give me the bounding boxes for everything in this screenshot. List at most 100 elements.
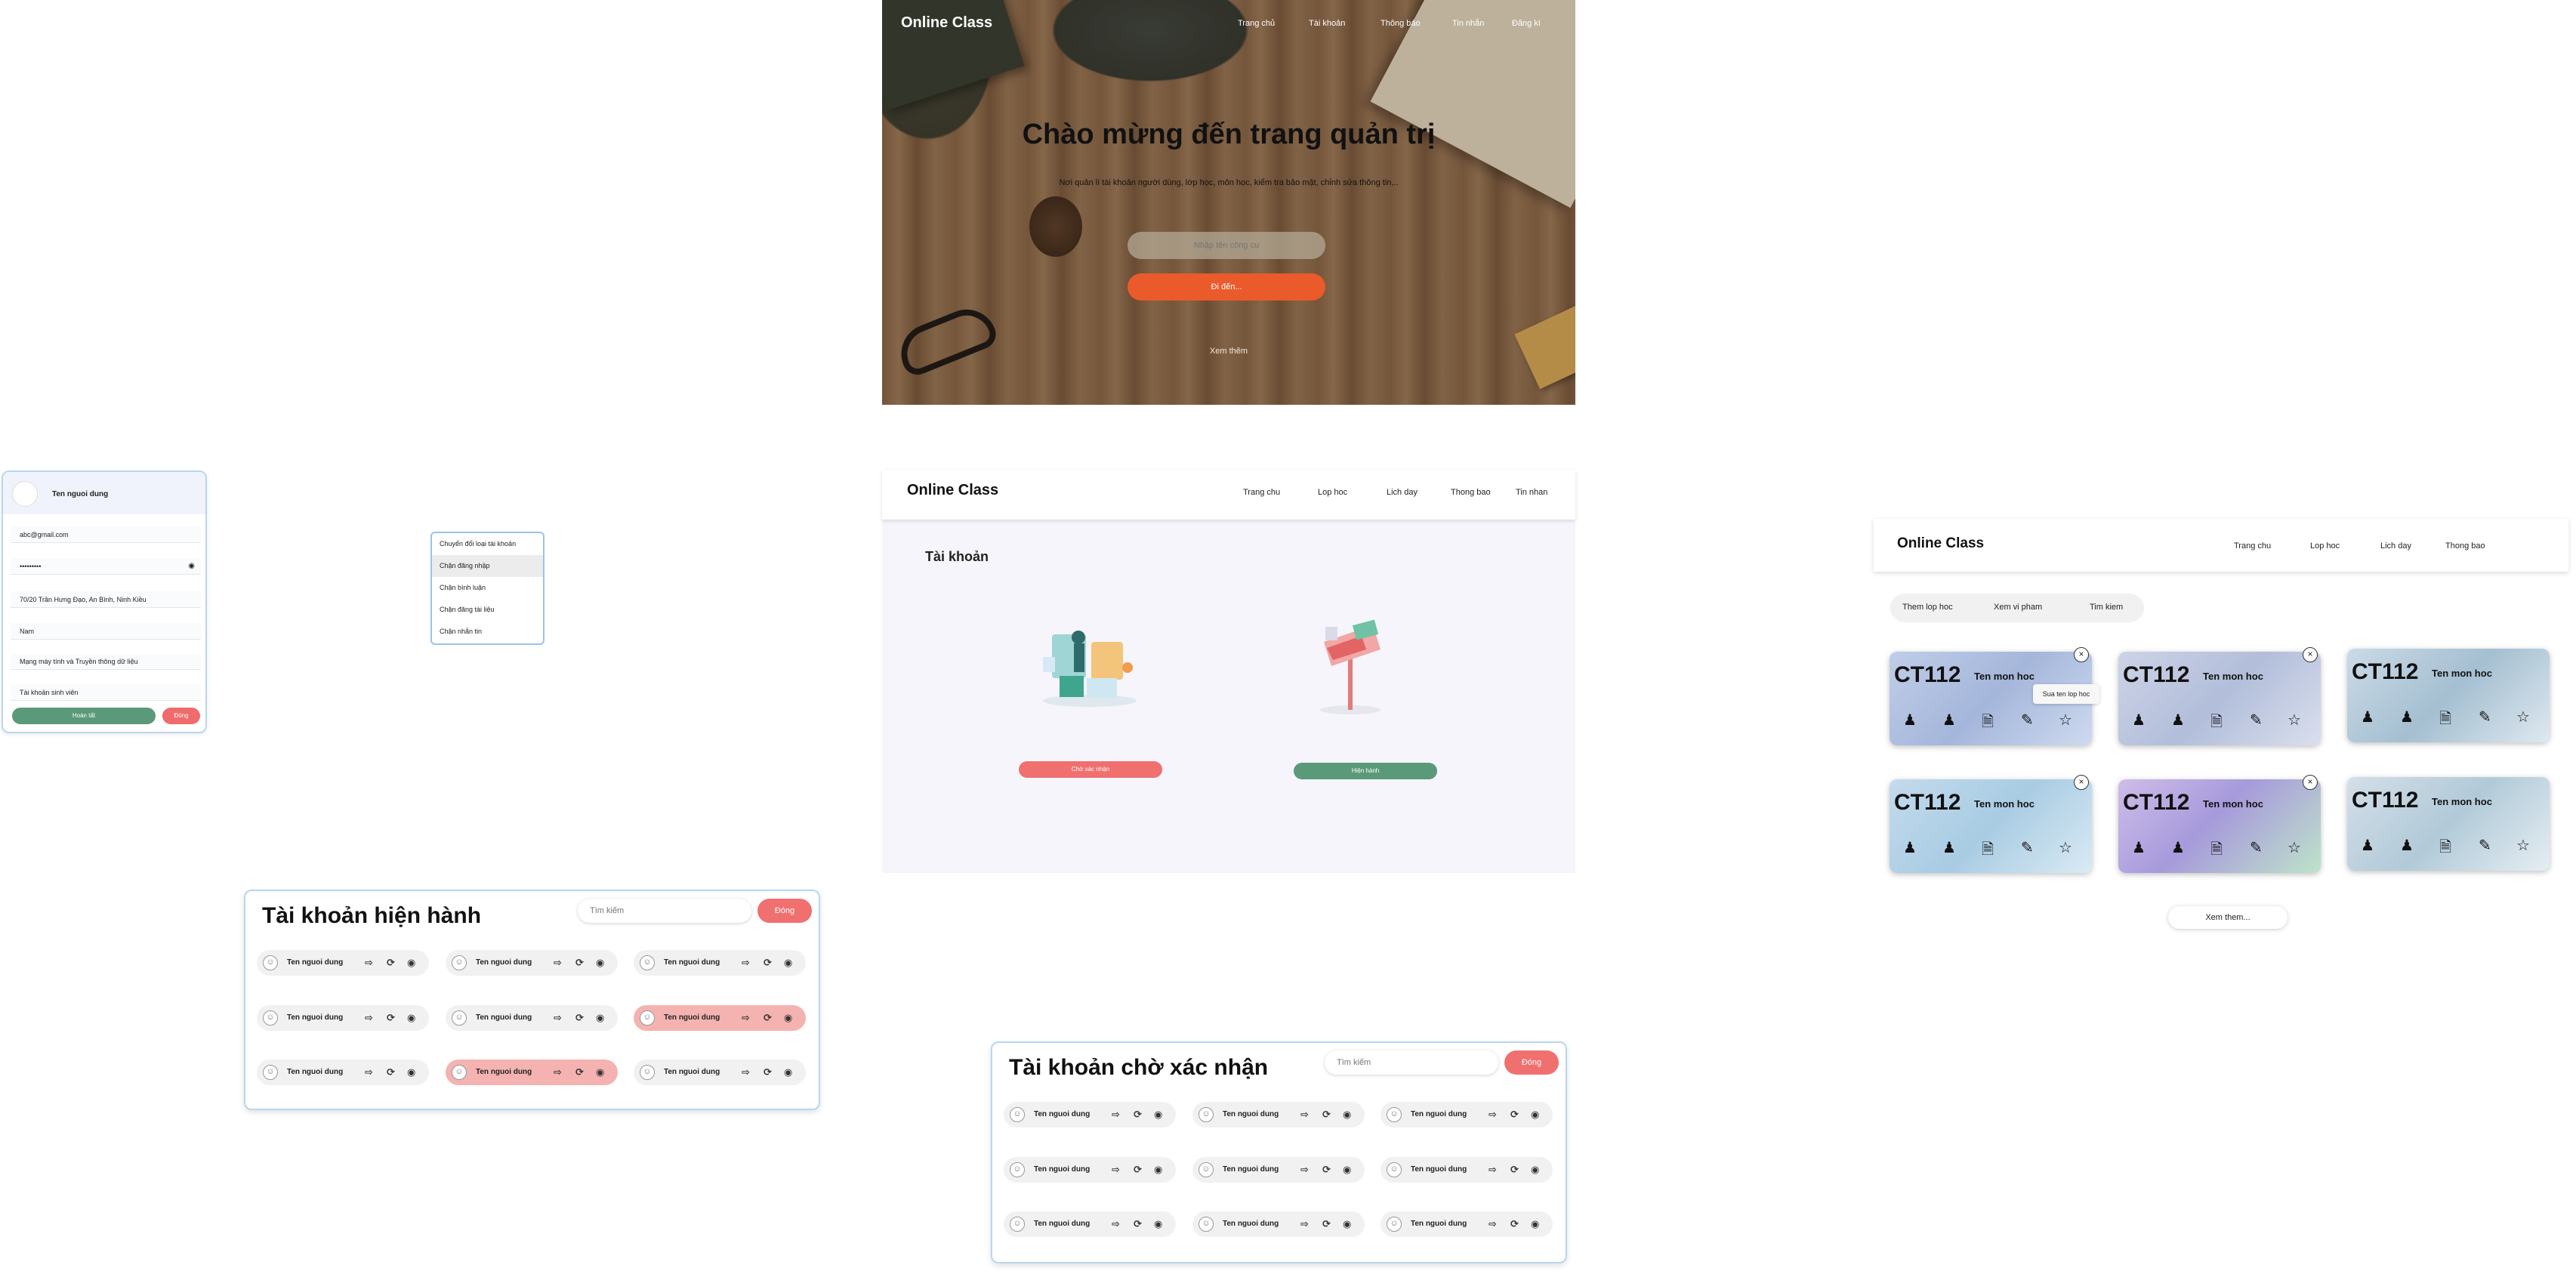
user-card[interactable]: ☺ Ten nguoi dung ⇨ ⟳ ◉ [1381, 1211, 1553, 1237]
login-icon[interactable]: ⇨ [1489, 1163, 1497, 1177]
refresh-icon[interactable]: ⟳ [764, 1066, 772, 1079]
teacher-icon[interactable]: ♟ [1903, 711, 1917, 730]
nav-notifications[interactable]: Thong bao [2445, 541, 2485, 551]
eye-icon[interactable]: ◉ [784, 1066, 792, 1079]
teacher-icon[interactable]: ♟ [1903, 838, 1917, 857]
edit-icon[interactable]: ✎ [2250, 838, 2263, 857]
eye-icon[interactable]: ◉ [407, 1011, 415, 1025]
menu-item-block-upload[interactable]: Chặn đăng tài liệu [432, 599, 543, 621]
teacher-icon[interactable]: ♟ [2361, 836, 2374, 855]
refresh-icon[interactable]: ⟳ [1322, 1108, 1331, 1121]
login-icon[interactable]: ⇨ [1112, 1217, 1120, 1231]
user-card[interactable]: ☺ Ten nguoi dung ⇨ ⟳ ◉ [257, 950, 429, 976]
nav-home[interactable]: Trang chủ [1238, 19, 1275, 28]
eye-icon[interactable]: ◉ [1343, 1108, 1351, 1121]
document-icon[interactable]: 🗎 [2210, 711, 2223, 736]
user-card[interactable]: ☺ Ten nguoi dung ⇨ ⟳ ◉ [257, 1005, 429, 1031]
login-icon[interactable]: ⇨ [1300, 1163, 1309, 1177]
eye-icon[interactable]: ◉ [784, 956, 792, 970]
login-icon[interactable]: ⇨ [1112, 1108, 1120, 1121]
students-icon[interactable]: ♟ [2400, 708, 2414, 726]
students-icon[interactable]: ♟ [2171, 711, 2185, 730]
document-icon[interactable]: 🗎 [2210, 838, 2223, 864]
refresh-icon[interactable]: ⟳ [1134, 1108, 1142, 1121]
refresh-icon[interactable]: ⟳ [575, 1011, 584, 1025]
star-icon[interactable]: ☆ [2516, 708, 2530, 726]
eye-icon[interactable]: ◉ [1531, 1108, 1539, 1121]
eye-icon[interactable]: ◉ [1154, 1108, 1162, 1121]
close-icon[interactable]: × [2303, 775, 2318, 790]
nav-schedule[interactable]: Lich day [2380, 541, 2411, 551]
user-card[interactable]: ☺ Ten nguoi dung ⇨ ⟳ ◉ [634, 950, 806, 976]
close-button[interactable]: Đóng [1504, 1050, 1559, 1075]
eye-icon[interactable]: ◉ [1531, 1217, 1539, 1231]
gender-field[interactable]: Nam [11, 623, 201, 640]
refresh-icon[interactable]: ⟳ [1322, 1163, 1331, 1177]
menu-item-change-account-type[interactable]: Chuyển đổi loại tài khoản [432, 533, 543, 555]
nav-messages[interactable]: Tin nhan [1516, 488, 1547, 497]
login-icon[interactable]: ⇨ [365, 1066, 373, 1079]
course-card[interactable]: CT112 Ten mon hoc ♟ ♟ 🗎 ✎ ☆ × [2118, 775, 2321, 873]
user-card[interactable]: ☺ Ten nguoi dung ⇨ ⟳ ◉ [634, 1005, 806, 1031]
nav-notifications[interactable]: Thông báo [1381, 19, 1421, 28]
menu-item-block-comment[interactable]: Chặn bình luận [432, 577, 543, 599]
user-card[interactable]: ☺ Ten nguoi dung ⇨ ⟳ ◉ [1192, 1211, 1365, 1237]
save-button[interactable]: Hoàn tất [12, 708, 156, 724]
login-icon[interactable]: ⇨ [1489, 1217, 1497, 1231]
email-field[interactable]: abc@gmail.com [11, 526, 201, 543]
brand-logo[interactable]: Online Class [1897, 535, 1984, 552]
edit-icon[interactable]: ✎ [2250, 711, 2263, 730]
teacher-icon[interactable]: ♟ [2132, 711, 2146, 730]
search-input[interactable] [1325, 1050, 1498, 1075]
tab-search[interactable]: Tim kiem [2090, 603, 2123, 612]
login-icon[interactable]: ⇨ [554, 956, 562, 970]
login-icon[interactable]: ⇨ [365, 956, 373, 970]
user-card[interactable]: ☺ Ten nguoi dung ⇨ ⟳ ◉ [1004, 1211, 1176, 1237]
document-icon[interactable]: 🗎 [1982, 711, 1994, 736]
go-button[interactable]: Đi đến... [1128, 273, 1325, 301]
user-card[interactable]: ☺ Ten nguoi dung ⇨ ⟳ ◉ [1004, 1157, 1176, 1183]
refresh-icon[interactable]: ⟳ [1134, 1217, 1142, 1231]
star-icon[interactable]: ☆ [2516, 836, 2530, 855]
refresh-icon[interactable]: ⟳ [575, 1066, 584, 1079]
nav-home[interactable]: Trang chu [2234, 541, 2271, 551]
star-icon[interactable]: ☆ [2288, 838, 2301, 857]
user-card[interactable]: ☺ Ten nguoi dung ⇨ ⟳ ◉ [257, 1060, 429, 1085]
refresh-icon[interactable]: ⟳ [1510, 1108, 1519, 1121]
course-card[interactable]: CT112 Ten mon hoc ♟ ♟ 🗎 ✎ ☆ [2347, 649, 2550, 742]
students-icon[interactable]: ♟ [1942, 838, 1956, 857]
tab-violations[interactable]: Xem vi pham [1994, 603, 2042, 612]
refresh-icon[interactable]: ⟳ [387, 1066, 395, 1079]
refresh-icon[interactable]: ⟳ [387, 956, 395, 970]
login-icon[interactable]: ⇨ [1300, 1108, 1309, 1121]
document-icon[interactable]: 🗎 [2439, 836, 2451, 862]
tab-add-class[interactable]: Them lop hoc [1902, 603, 1953, 612]
edit-icon[interactable]: ✎ [2479, 708, 2491, 726]
nav-classes[interactable]: Lop hoc [2310, 541, 2340, 551]
course-card[interactable]: CT112 Ten mon hoc ♟ ♟ 🗎 ✎ ☆ × [1890, 775, 2092, 873]
eye-icon[interactable]: ◉ [1154, 1217, 1162, 1231]
user-card[interactable]: ☺ Ten nguoi dung ⇨ ⟳ ◉ [1192, 1157, 1365, 1183]
brand-logo[interactable]: Online Class [901, 14, 992, 32]
document-icon[interactable]: 🗎 [2439, 708, 2451, 733]
user-card[interactable]: ☺ Ten nguoi dung ⇨ ⟳ ◉ [1004, 1102, 1176, 1127]
login-icon[interactable]: ⇨ [365, 1011, 373, 1025]
teacher-icon[interactable]: ♟ [2361, 708, 2374, 726]
eye-icon[interactable]: ◉ [188, 558, 195, 575]
login-icon[interactable]: ⇨ [742, 1011, 750, 1025]
account-type-field[interactable]: Tài khoản sinh viên [11, 684, 201, 701]
course-card[interactable]: CT112 Ten mon hoc ♟ ♟ 🗎 ✎ ☆ [2347, 777, 2550, 871]
user-card[interactable]: ☺ Ten nguoi dung ⇨ ⟳ ◉ [1381, 1157, 1553, 1183]
brand-logo[interactable]: Online Class [907, 482, 998, 499]
edit-icon[interactable]: ✎ [2021, 711, 2034, 730]
eye-icon[interactable]: ◉ [596, 1011, 604, 1025]
nav-account[interactable]: Tài khoản [1309, 19, 1345, 28]
refresh-icon[interactable]: ⟳ [764, 1011, 772, 1025]
close-icon[interactable]: × [2303, 647, 2318, 662]
user-card[interactable]: ☺ Ten nguoi dung ⇨ ⟳ ◉ [634, 1060, 806, 1085]
close-icon[interactable]: × [2074, 647, 2089, 662]
login-icon[interactable]: ⇨ [742, 956, 750, 970]
refresh-icon[interactable]: ⟳ [764, 956, 772, 970]
eye-icon[interactable]: ◉ [1343, 1163, 1351, 1177]
login-icon[interactable]: ⇨ [1300, 1217, 1309, 1231]
